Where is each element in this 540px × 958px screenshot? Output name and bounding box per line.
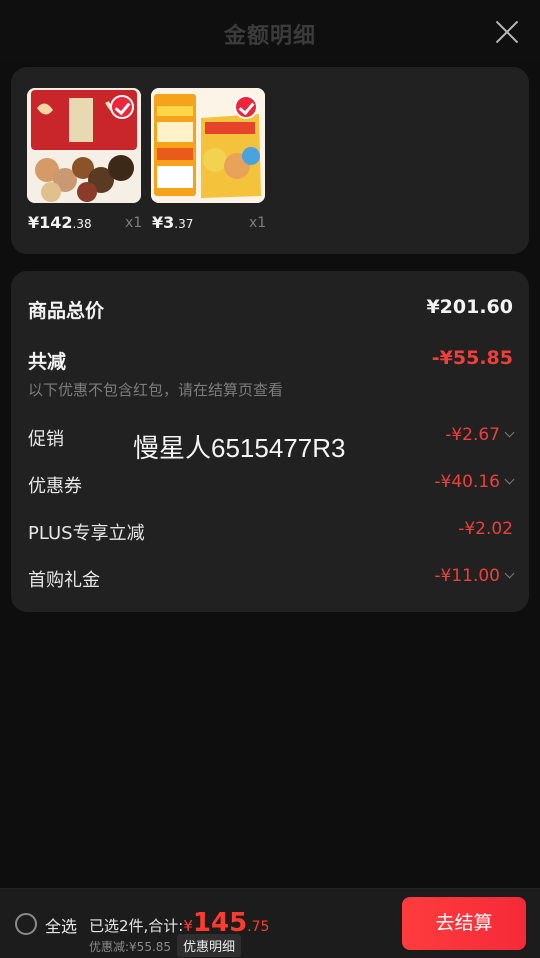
discount-label: 首购礼金 xyxy=(28,570,100,591)
product-price-dec-2: .37 xyxy=(174,217,194,231)
total-price-label: 商品总价 xyxy=(28,300,105,322)
discount-amount: -¥11.00 xyxy=(434,566,500,586)
discount-label: PLUS专享立减 xyxy=(28,523,145,544)
total-price-row: 商品总价 ¥201.60 xyxy=(28,296,513,322)
product-thumbnail-1[interactable] xyxy=(27,88,141,203)
total-reduction-row: 共减 -¥55.85 xyxy=(28,347,513,373)
total-reduction-value: -¥55.85 xyxy=(431,347,513,369)
close-icon[interactable] xyxy=(494,19,520,45)
discount-value: -¥2.02 xyxy=(458,519,513,539)
page-title: 金额明细 xyxy=(223,24,316,49)
product-price-int-2: ¥3 xyxy=(152,213,175,232)
discount-amount: -¥2.67 xyxy=(445,425,500,445)
checkout-bar: 全选 已选2件,合计:¥145.75 优惠减:¥55.85 优惠明细 去结算 xyxy=(0,888,540,958)
product-qty-2: x1 xyxy=(249,215,267,231)
discount-row-coupon[interactable]: 优惠券 -¥40.16 xyxy=(28,472,515,498)
discount-value: -¥40.16 xyxy=(434,472,515,492)
chevron-down-icon xyxy=(504,474,515,485)
discount-summary-text: 优惠减:¥55.85 xyxy=(89,940,172,954)
product-thumbnail-2[interactable] xyxy=(151,88,265,203)
checkout-button[interactable]: 去结算 xyxy=(402,897,526,950)
product-price-int-1: ¥142 xyxy=(28,213,73,232)
product-qty-1: x1 xyxy=(125,215,143,231)
chevron-down-icon xyxy=(504,427,515,438)
chevron-down-icon xyxy=(504,568,515,579)
amount-detail-page: 金额明细 ¥142.38 x1 ¥3.37 x1 商品总价 ¥201.60 共减… xyxy=(0,0,540,958)
discount-label: 促销 xyxy=(28,429,64,450)
select-all-label[interactable]: 全选 xyxy=(45,913,77,937)
discount-value: -¥2.67 xyxy=(445,425,515,445)
selected-check-icon[interactable] xyxy=(110,95,134,119)
discount-amount: -¥40.16 xyxy=(434,472,500,492)
total-amount-dec: .75 xyxy=(247,919,270,935)
discount-label: 优惠券 xyxy=(28,476,82,497)
product-price-1: ¥142.38 xyxy=(28,213,92,232)
product-card: ¥142.38 x1 ¥3.37 x1 xyxy=(11,67,529,254)
total-reduction-label: 共减 xyxy=(28,351,67,373)
select-all-radio[interactable] xyxy=(15,913,37,935)
currency-symbol: ¥ xyxy=(183,917,193,935)
selected-total-prefix: 已选2件,合计: xyxy=(89,917,184,935)
discount-value: -¥11.00 xyxy=(434,566,515,586)
product-price-dec-1: .38 xyxy=(72,217,92,231)
total-price-value: ¥201.60 xyxy=(426,296,513,318)
discount-row-first-purchase[interactable]: 首购礼金 -¥11.00 xyxy=(28,566,515,592)
header: 金额明细 xyxy=(0,0,540,62)
reduction-note-text: 以下优惠不包含红包，请在结算页查看 xyxy=(28,381,284,399)
watermark-text: 慢星人6515477R3 xyxy=(133,433,346,463)
reduction-note: 以下优惠不包含红包，请在结算页查看 xyxy=(28,379,513,399)
product-price-2: ¥3.37 xyxy=(152,213,193,232)
selected-check-icon[interactable] xyxy=(234,95,258,119)
discount-detail-link[interactable]: 优惠明细 xyxy=(177,934,242,957)
discount-summary: 优惠减:¥55.85 优惠明细 xyxy=(89,934,242,957)
discount-row-plus: PLUS专享立减 -¥2.02 xyxy=(28,519,513,545)
